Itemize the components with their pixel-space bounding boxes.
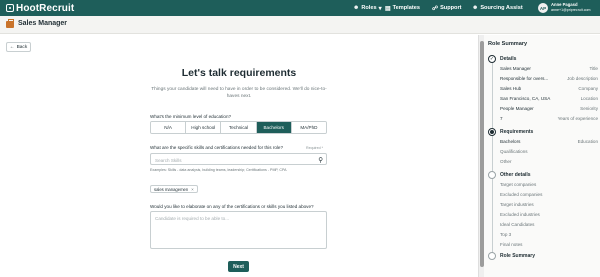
next-button[interactable]: Next [228,261,249,272]
row-text: People Manager [500,106,534,111]
skills-examples: Examples: Skills - data analysis, buildi… [150,168,287,172]
nav-roles[interactable]: ☻ Roles ▾ [353,0,384,16]
required-label: Required * [306,146,323,150]
education-option-technical[interactable]: Technical [221,122,257,133]
section-details: Details [500,56,517,62]
role-summary-panel: Role Summary ✓ Details Sales Manager Titl… [484,35,600,277]
summary-row: Sales Hub Company [500,86,598,91]
form-subheading: Things your candidate will need to have … [151,87,327,99]
app-logo[interactable]: HootRecruit [6,3,74,14]
support-icon: ☍ [432,5,439,12]
nav-templates-label: Templates [392,5,420,11]
users-icon: ☻ [472,5,479,11]
briefcase-icon [6,19,14,28]
summary-row: Final notes [500,242,598,247]
row-text: Top 3 [500,232,512,237]
row-value: Title [589,66,598,71]
row-text: Sales Manager [500,66,531,71]
top-navbar: HootRecruit ☻ Roles ▾ ▤ Templates ☍ Supp… [0,0,600,16]
row-text: Excluded industries [500,212,540,217]
elaborate-textarea[interactable]: Candidate is required to be able to... [150,211,327,249]
row-value: Company [578,86,598,91]
summary-row: San Francisco, CA, USA Location [500,96,598,101]
panel-title: Role Summary [488,41,528,47]
summary-row: Qualifications [500,149,598,154]
skill-chip[interactable]: sales managemen × [150,185,198,193]
elaborate-placeholder: Candidate is required to be able to... [155,216,230,221]
education-question: What's the minimum level of education? [150,114,232,119]
row-text: Target industries [500,202,534,207]
row-text: Ideal Candidates [500,222,535,227]
page-title: Sales Manager [18,20,68,27]
row-text: Bachelors [500,139,521,144]
nav-support-label: Support [440,5,462,11]
close-icon[interactable]: × [191,187,193,192]
row-text: Excluded companies [500,192,543,197]
education-option-ma-phd[interactable]: MA/PhD [291,122,326,133]
summary-row: Bachelors Education [500,139,598,144]
section-role-summary: Role Summary [500,253,536,259]
skills-search-placeholder: Search Skills [155,157,182,163]
summary-row: 7 Years of experience [500,116,598,121]
summary-row: People Manager Seniority [500,106,598,111]
nav-support[interactable]: ☍ Support [432,0,462,16]
nav-sourcing-assist[interactable]: ☻ Sourcing Assist [472,0,523,16]
summary-row: Excluded industries [500,212,598,217]
row-text: Final notes [500,242,523,247]
step-active-dot-icon [488,128,496,136]
user-group-icon: ☻ [353,5,360,11]
page-header: Sales Manager [0,16,600,34]
skill-chip-label: sales managemen [154,186,189,192]
row-text: San Francisco, CA, USA [500,96,551,101]
skills-search-input[interactable]: Search Skills ⚲ [150,153,327,165]
back-label: Back [16,44,28,50]
summary-row: Excluded companies [500,192,598,197]
row-text: Responsible for overs... [500,76,549,81]
summary-row: Target industries [500,202,598,207]
education-option-bachelors[interactable]: Bachelors [256,122,292,133]
education-option-na[interactable]: N/A [151,122,187,133]
step-pending-circle-icon [488,252,496,260]
nav-sourcing-label: Sourcing Assist [480,5,523,11]
progress-rail [491,59,493,255]
requirements-form: ← Back Let's talk requirements Things yo… [0,35,478,277]
user-email: anne+1@priprecruit.com [551,7,591,12]
nav-roles-label: Roles [361,5,377,11]
user-info[interactable]: Anne Pagasd anne+1@priprecruit.com [551,2,591,12]
section-requirements: Requirements [500,129,534,135]
education-selector: N/A High school Technical Bachelors MA/P… [150,121,327,134]
avatar[interactable]: AP [538,3,548,13]
summary-row: Responsible for overs... Job description [500,76,598,81]
step-pending-circle-icon [488,171,496,179]
row-value: Seniority [580,106,598,111]
row-value: Job description [567,76,598,81]
row-value: Years of experience [557,116,598,121]
logo-text: HootRecruit [16,2,75,14]
education-option-high-school[interactable]: High school [186,122,222,133]
row-text: 7 [500,116,503,121]
arrow-left-icon: ← [9,44,15,50]
summary-row: Top 3 [500,232,598,237]
row-text: Qualifications [500,149,528,154]
section-other-details: Other details [500,172,531,178]
summary-row: Sales Manager Title [500,66,598,71]
row-text: Sales Hub [500,86,522,91]
owl-logo-icon [6,4,14,12]
template-icon: ▤ [385,5,391,12]
nav-templates[interactable]: ▤ Templates [385,0,420,16]
row-value: Education [577,139,598,144]
summary-row: Target companies [500,182,598,187]
chevron-down-icon: ▾ [378,5,382,12]
elaborate-question: Would you like to elaborate on any of th… [150,204,314,209]
form-heading: Let's talk requirements [181,67,297,79]
summary-row: Ideal Candidates [500,222,598,227]
row-text: Other [500,159,512,164]
skills-question: What are the specific skills and certifi… [150,145,284,150]
search-icon: ⚲ [318,156,323,164]
back-button[interactable]: ← Back [6,42,31,52]
step-done-check-icon: ✓ [488,55,496,63]
row-text: Target companies [500,182,537,187]
row-value: Location [580,96,598,101]
summary-row: Other [500,159,598,164]
